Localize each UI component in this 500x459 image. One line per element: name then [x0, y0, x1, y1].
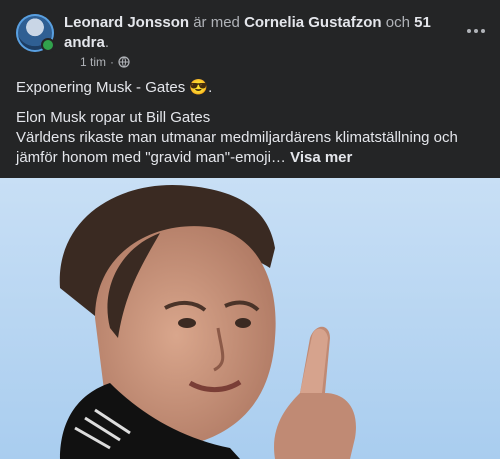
- online-status-dot: [41, 38, 55, 52]
- link-description: Världens rikaste man utmanar medmiljardä…: [16, 129, 458, 166]
- status-text: Exponering Musk - Gates: [16, 79, 186, 96]
- post-timestamp[interactable]: 1 tim: [80, 54, 106, 70]
- tagged-person[interactable]: Cornelia Gustafzon: [244, 14, 382, 31]
- globe-icon[interactable]: [118, 56, 130, 68]
- status-line: Exponering Musk - Gates 😎.: [16, 78, 486, 98]
- meta-separator: ·: [110, 55, 115, 69]
- sunglasses-emoji-icon: 😎: [189, 79, 209, 96]
- post-text: Exponering Musk - Gates 😎. Elon Musk rop…: [16, 78, 486, 168]
- see-more-link[interactable]: Visa mer: [290, 149, 352, 166]
- author-name[interactable]: Leonard Jonsson: [64, 14, 189, 31]
- more-dot: [481, 29, 485, 33]
- author-line-period: .: [104, 34, 110, 51]
- post-header: Leonard Jonsson är med Cornelia Gustafzo…: [16, 13, 485, 70]
- author-avatar[interactable]: [16, 14, 55, 52]
- more-dot: [474, 29, 478, 33]
- post-author-line: Leonard Jonsson är med Cornelia Gustafzo…: [64, 13, 444, 53]
- post-photo[interactable]: [0, 178, 500, 459]
- post-meta: 1 tim ·: [80, 54, 130, 70]
- status-end: .: [208, 79, 213, 96]
- facebook-post: Leonard Jonsson är med Cornelia Gustafzo…: [0, 0, 500, 459]
- link-description-wrap: Världens rikaste man utmanar medmiljardä…: [16, 128, 486, 168]
- photo-image: [0, 178, 500, 459]
- more-dot: [467, 29, 471, 33]
- link-headline: Elon Musk ropar ut Bill Gates: [16, 109, 211, 126]
- more-options-button[interactable]: [462, 19, 490, 43]
- with-text: är med: [193, 14, 240, 31]
- and-text: och: [385, 14, 410, 31]
